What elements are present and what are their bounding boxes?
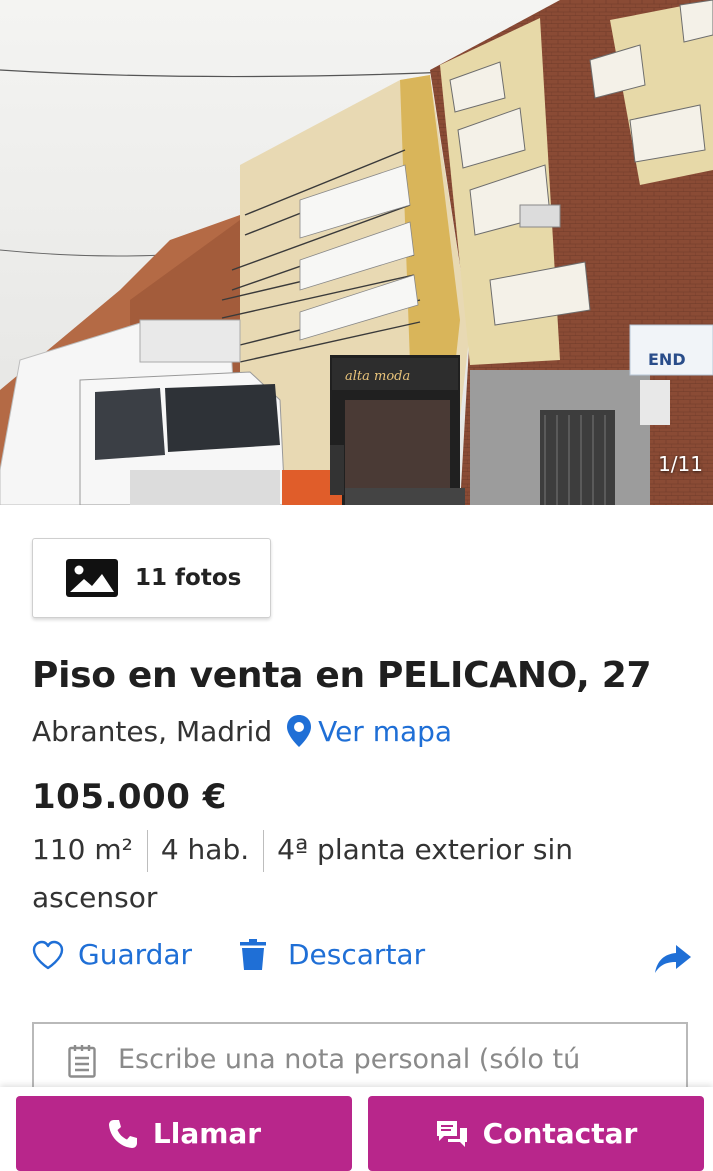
contact-button[interactable]: Contactar	[368, 1096, 704, 1171]
call-button[interactable]: Llamar	[16, 1096, 352, 1171]
heart-icon	[32, 940, 64, 969]
note-icon	[68, 1045, 96, 1078]
save-button[interactable]: Guardar	[32, 938, 192, 971]
photos-button-label: 11 fotos	[135, 565, 242, 591]
listing-actions: Guardar Descartar	[32, 938, 692, 984]
personal-note-input[interactable]	[118, 1044, 678, 1075]
photos-button[interactable]: 11 fotos	[32, 538, 271, 618]
bottom-action-bar: Llamar Contactar	[0, 1087, 713, 1171]
share-icon	[655, 945, 691, 973]
svg-text:END: END	[648, 350, 686, 369]
discard-label: Descartar	[288, 938, 426, 971]
call-label: Llamar	[152, 1117, 262, 1150]
view-map-link[interactable]: Ver mapa	[286, 714, 452, 748]
listing-location: Abrantes, Madrid	[32, 714, 273, 748]
chat-icon	[436, 1120, 467, 1147]
discard-button[interactable]: Descartar	[240, 938, 425, 971]
feature-rooms: 4 hab.	[160, 833, 250, 866]
view-map-label: Ver mapa	[318, 714, 453, 748]
save-label: Guardar	[78, 938, 193, 971]
feature-divider	[146, 830, 148, 872]
listing-features: 110 m² 4 hab. 4ª planta exterior sin ascen…	[32, 826, 672, 922]
feature-divider	[263, 830, 265, 872]
photo-counter: 1/11	[658, 452, 703, 476]
listing-price: 105.000 €	[32, 777, 227, 817]
trash-icon	[240, 938, 266, 970]
svg-text:alta moda: alta moda	[345, 369, 410, 384]
map-pin-icon	[287, 715, 312, 747]
share-button[interactable]	[654, 944, 692, 974]
contact-label: Contactar	[482, 1117, 638, 1150]
listing-photo[interactable]: alta moda END 1/11	[0, 0, 713, 505]
street-building-photo: alta moda END	[0, 0, 713, 505]
location-row: Abrantes, Madrid Ver mapa	[32, 714, 452, 748]
feature-area: 110 m²	[32, 833, 133, 866]
phone-icon	[108, 1119, 137, 1148]
image-icon	[66, 559, 118, 597]
listing-title: Piso en venta en PELICANO, 27	[32, 655, 652, 696]
